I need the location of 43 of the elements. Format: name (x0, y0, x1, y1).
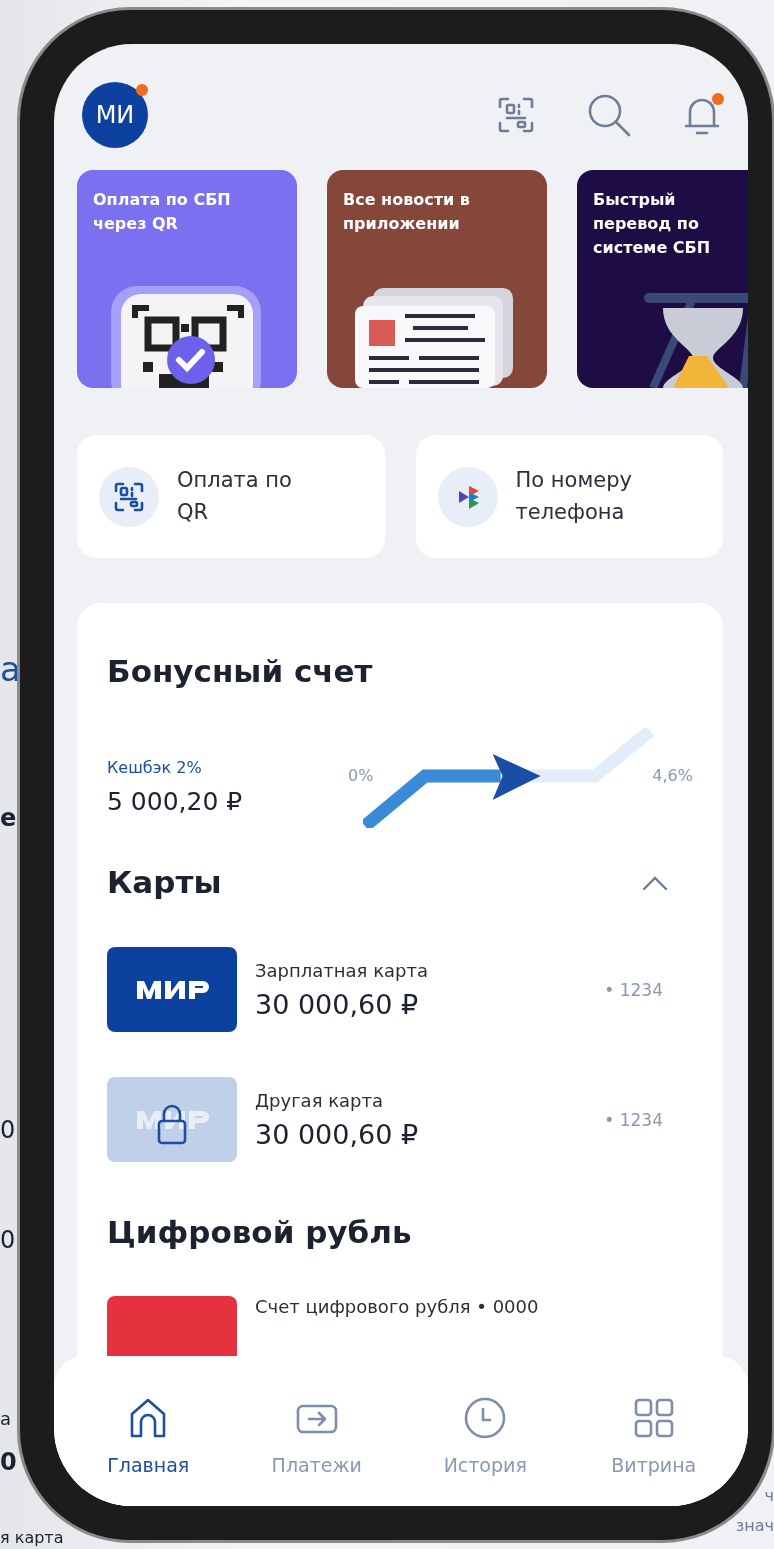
card-number: • 1234 (604, 1109, 664, 1130)
background-text: е (0, 806, 17, 830)
card-name: Другая карта (255, 1089, 385, 1111)
section-title: Карты (107, 864, 222, 902)
quick-action-card[interactable]: Оплата по QR (77, 435, 385, 558)
card-balance: 30 000,60 ₽ (255, 1118, 420, 1150)
background-text: ч (764, 1488, 774, 1504)
card-balance: 30 000,60 ₽ (255, 988, 420, 1020)
colored-triangles-icon (437, 466, 498, 527)
background-text: знач (735, 1518, 774, 1534)
chevron-up-icon[interactable] (642, 874, 668, 891)
account-name: Счет цифрового рубля • 0000 (255, 1295, 539, 1317)
promo-banner[interactable]: Быстрый перевод по системе СБП (577, 170, 748, 388)
search-icon[interactable] (586, 92, 632, 138)
qr-scan-icon (99, 466, 159, 527)
background-text: а (0, 1410, 12, 1428)
card-row[interactable]: Зарплатная карта 30 000,60 ₽ • 1234 (107, 947, 693, 1033)
card-number: • 1234 (604, 979, 664, 1000)
banner-title: Все новости в приложении (343, 189, 471, 235)
banner-title: Быстрый перевод по системе СБП (593, 189, 712, 259)
promo-banner[interactable]: Все новости в приложении (327, 170, 547, 388)
qr-scan-icon[interactable] (496, 95, 536, 135)
quick-action-card[interactable]: По номеру телефона (415, 435, 723, 558)
avatar[interactable]: МИ (82, 82, 148, 148)
bonus-amount: 5 000,20 ₽ (107, 787, 243, 817)
nav-tab[interactable]: Главная (78, 1396, 219, 1506)
quick-action-label: По номеру телефона (515, 467, 633, 526)
progress-start-label: 0% (348, 766, 374, 786)
section-title: Бонусный счет (107, 653, 374, 691)
card-name: Зарплатная карта (255, 959, 429, 981)
background-text: я карта (0, 1530, 64, 1546)
clock-icon (463, 1396, 508, 1440)
progress-end-label: 4,6% (652, 766, 693, 786)
background-text: 0 (0, 1228, 16, 1252)
quick-action-label: Оплата по QR (177, 467, 293, 526)
background-text: 0 (0, 1118, 16, 1142)
banner-title: Оплата по СБП через QR (93, 189, 232, 235)
background-text: 0 (0, 1450, 17, 1474)
section-title: Цифровой рубль (107, 1214, 413, 1252)
cashback-label: Кешбэк 2% (107, 758, 203, 778)
ruble-card-icon (107, 1295, 237, 1356)
card-row[interactable]: Другая карта 30 000,60 ₽ • 1234 (107, 1077, 693, 1163)
promo-banner[interactable]: Оплата по СБП через QR (77, 170, 297, 388)
